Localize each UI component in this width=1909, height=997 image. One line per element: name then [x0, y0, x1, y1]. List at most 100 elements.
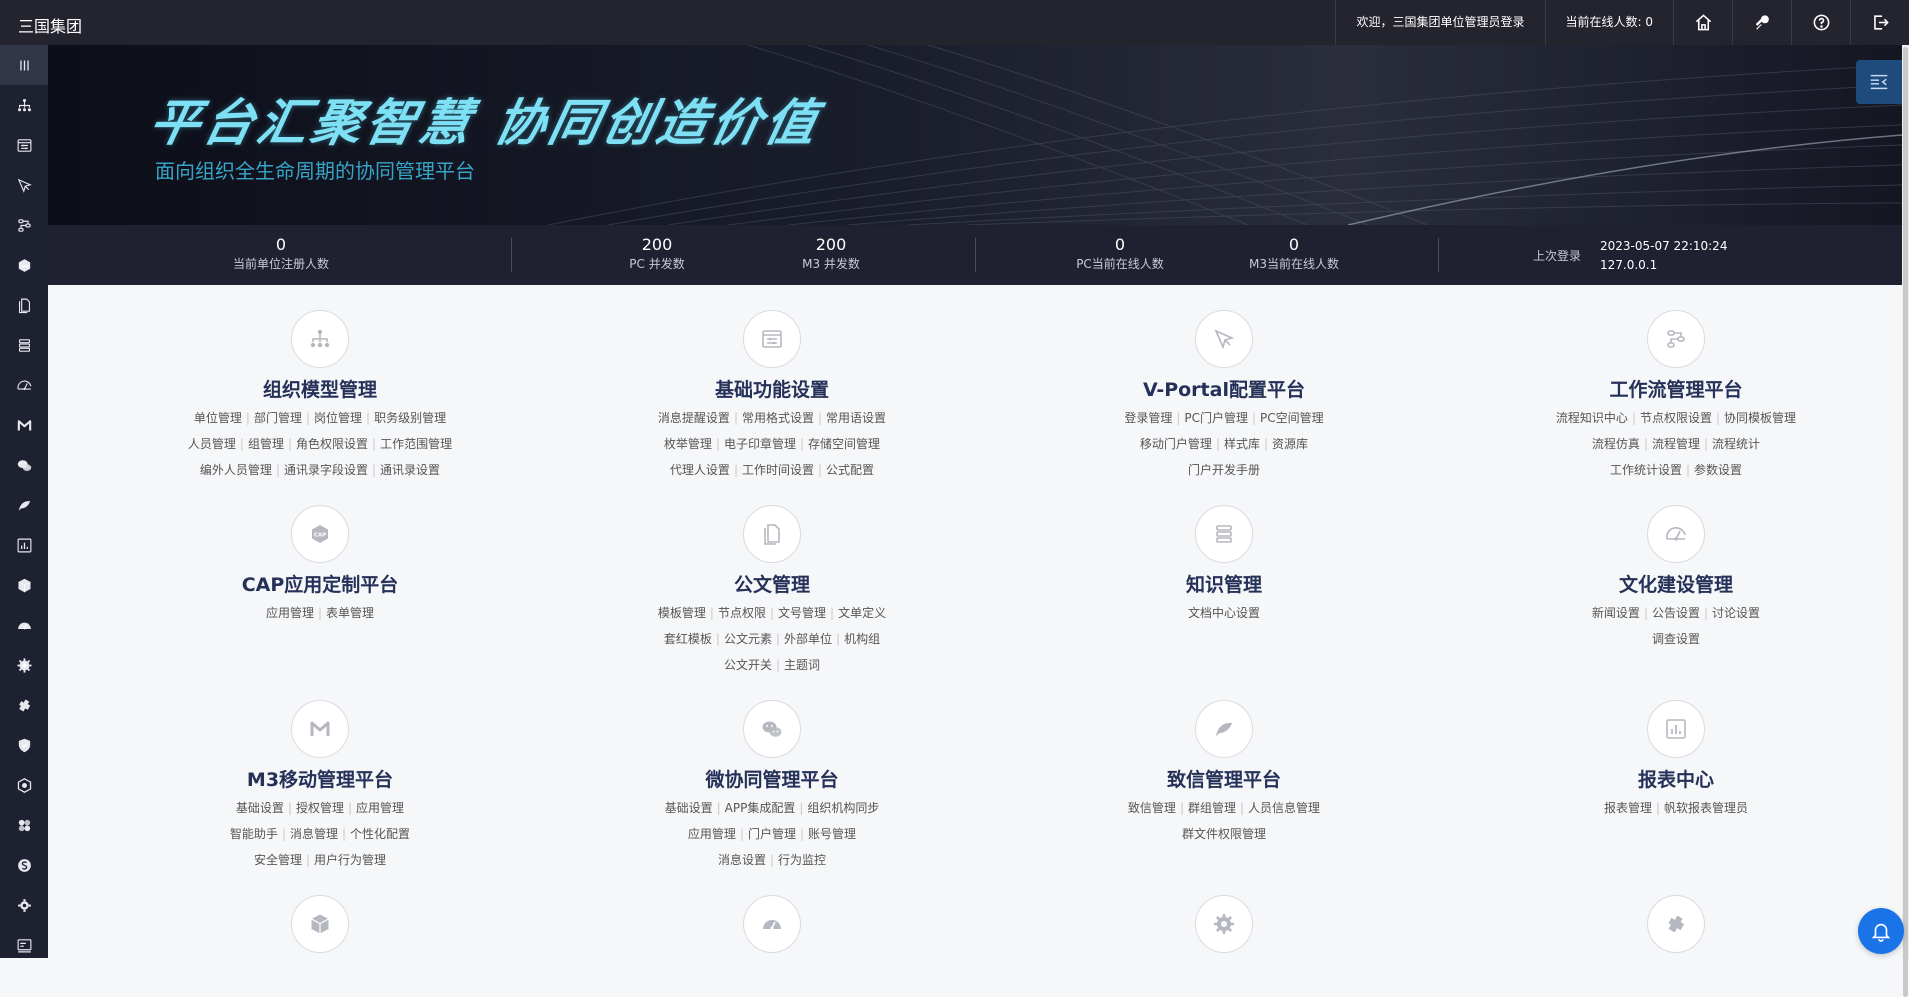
- module-icon-button[interactable]: [291, 895, 349, 953]
- sidebar-item-org-tree[interactable]: [0, 85, 48, 125]
- sidebar-item-cube[interactable]: [0, 565, 48, 605]
- module-link[interactable]: 调查设置: [1652, 632, 1700, 646]
- help-button[interactable]: [1791, 0, 1850, 45]
- module-title[interactable]: 知识管理: [998, 572, 1450, 598]
- module-link[interactable]: 文号管理: [778, 606, 826, 620]
- module-link[interactable]: 文单定义: [838, 606, 886, 620]
- sidebar-item-knowledge[interactable]: [0, 325, 48, 365]
- module-link[interactable]: 组管理: [248, 437, 284, 451]
- module-link[interactable]: 公告设置: [1652, 606, 1700, 620]
- module-link[interactable]: 常用格式设置: [742, 411, 814, 425]
- sidebar-item-portal[interactable]: [0, 165, 48, 205]
- module-link[interactable]: 表单管理: [326, 606, 374, 620]
- module-icon-button[interactable]: [743, 700, 801, 758]
- module-title[interactable]: CAP应用定制平台: [94, 572, 546, 598]
- sidebar-item-cog[interactable]: [0, 885, 48, 925]
- module-link[interactable]: 角色权限设置: [296, 437, 368, 451]
- module-link[interactable]: 人员信息管理: [1248, 801, 1320, 815]
- module-icon-button[interactable]: [743, 895, 801, 953]
- module-icon-button[interactable]: [1195, 895, 1253, 953]
- module-link[interactable]: 行为监控: [778, 853, 826, 867]
- module-link[interactable]: 应用管理: [266, 606, 314, 620]
- module-link[interactable]: PC门户管理: [1184, 411, 1248, 425]
- module-title[interactable]: M3移动管理平台: [94, 767, 546, 793]
- module-icon-button[interactable]: [743, 310, 801, 368]
- module-icon-button[interactable]: CAP: [291, 505, 349, 563]
- module-link[interactable]: 基础设置: [236, 801, 284, 815]
- sidebar-item-puzzle[interactable]: [0, 805, 48, 845]
- module-icon-button[interactable]: [291, 310, 349, 368]
- module-icon-button[interactable]: [1195, 700, 1253, 758]
- sidebar-item-gear[interactable]: [0, 645, 48, 685]
- module-link[interactable]: 组织机构同步: [807, 801, 879, 815]
- module-link[interactable]: 流程统计: [1712, 437, 1760, 451]
- home-button[interactable]: [1673, 0, 1732, 45]
- sidebar-item-cap[interactable]: CAP: [0, 245, 48, 285]
- sidebar-item-dashboard[interactable]: [0, 605, 48, 645]
- module-link[interactable]: 资源库: [1272, 437, 1308, 451]
- module-link[interactable]: 外部单位: [784, 632, 832, 646]
- module-icon-button[interactable]: [743, 505, 801, 563]
- module-link[interactable]: 应用管理: [356, 801, 404, 815]
- module-link[interactable]: 主题词: [784, 658, 820, 672]
- sidebar-item-settings-panel[interactable]: [0, 125, 48, 165]
- sidebar-item-shield[interactable]: [0, 725, 48, 765]
- sidebar-item-hexagon[interactable]: [0, 765, 48, 805]
- module-title[interactable]: 文化建设管理: [1450, 572, 1902, 598]
- module-link[interactable]: 流程仿真: [1592, 437, 1640, 451]
- sidebar-item-menu-toggle[interactable]: [0, 45, 48, 85]
- module-title[interactable]: 工作流管理平台: [1450, 377, 1902, 403]
- module-link[interactable]: 门户开发手册: [1188, 463, 1260, 477]
- module-link[interactable]: 账号管理: [808, 827, 856, 841]
- module-link[interactable]: 个性化配置: [350, 827, 410, 841]
- module-link[interactable]: 职务级别管理: [374, 411, 446, 425]
- module-link[interactable]: 存储空间管理: [808, 437, 880, 451]
- module-icon-button[interactable]: [1647, 895, 1705, 953]
- panel-toggle-button[interactable]: [1856, 60, 1902, 104]
- module-link[interactable]: 授权管理: [296, 801, 344, 815]
- sidebar-item-document[interactable]: [0, 285, 48, 325]
- module-title[interactable]: 微协同管理平台: [546, 767, 998, 793]
- sidebar-item-console[interactable]: [0, 925, 48, 958]
- module-link[interactable]: 群文件权限管理: [1182, 827, 1266, 841]
- module-link[interactable]: 用户行为管理: [314, 853, 386, 867]
- module-link[interactable]: 移动门户管理: [1140, 437, 1212, 451]
- module-link[interactable]: 消息管理: [290, 827, 338, 841]
- module-link[interactable]: 模板管理: [658, 606, 706, 620]
- module-link[interactable]: 门户管理: [748, 827, 796, 841]
- notification-button[interactable]: [1858, 908, 1904, 954]
- module-title[interactable]: 组织模型管理: [94, 377, 546, 403]
- module-link[interactable]: 机构组: [844, 632, 880, 646]
- module-link[interactable]: 流程管理: [1652, 437, 1700, 451]
- module-title[interactable]: 基础功能设置: [546, 377, 998, 403]
- module-icon-button[interactable]: [1195, 505, 1253, 563]
- scrollbar-thumb[interactable]: [1903, 47, 1908, 997]
- scrollbar[interactable]: [1902, 45, 1909, 997]
- sidebar-item-report[interactable]: [0, 525, 48, 565]
- module-link[interactable]: 工作时间设置: [742, 463, 814, 477]
- sidebar-item-zhixin[interactable]: [0, 485, 48, 525]
- module-link[interactable]: 节点权限设置: [1640, 411, 1712, 425]
- module-link[interactable]: 样式库: [1224, 437, 1260, 451]
- module-link[interactable]: 编外人员管理: [200, 463, 272, 477]
- module-link[interactable]: 套红模板: [664, 632, 712, 646]
- module-link[interactable]: 致信管理: [1128, 801, 1176, 815]
- module-link[interactable]: 流程知识中心: [1556, 411, 1628, 425]
- module-title[interactable]: 致信管理平台: [998, 767, 1450, 793]
- module-link[interactable]: 单位管理: [194, 411, 242, 425]
- module-link[interactable]: 登录管理: [1124, 411, 1172, 425]
- module-link[interactable]: 消息设置: [718, 853, 766, 867]
- logout-button[interactable]: [1850, 0, 1909, 45]
- module-link[interactable]: 电子印章管理: [724, 437, 796, 451]
- module-link[interactable]: 新闻设置: [1592, 606, 1640, 620]
- module-link[interactable]: 安全管理: [254, 853, 302, 867]
- sidebar-item-workflow[interactable]: [0, 205, 48, 245]
- module-title[interactable]: 报表中心: [1450, 767, 1902, 793]
- module-link[interactable]: 通讯录设置: [380, 463, 440, 477]
- module-link[interactable]: 文档中心设置: [1188, 606, 1260, 620]
- module-link[interactable]: 节点权限: [718, 606, 766, 620]
- module-link[interactable]: 公文元素: [724, 632, 772, 646]
- module-title[interactable]: V-Portal配置平台: [998, 377, 1450, 403]
- module-link[interactable]: 参数设置: [1694, 463, 1742, 477]
- sidebar-item-culture[interactable]: [0, 365, 48, 405]
